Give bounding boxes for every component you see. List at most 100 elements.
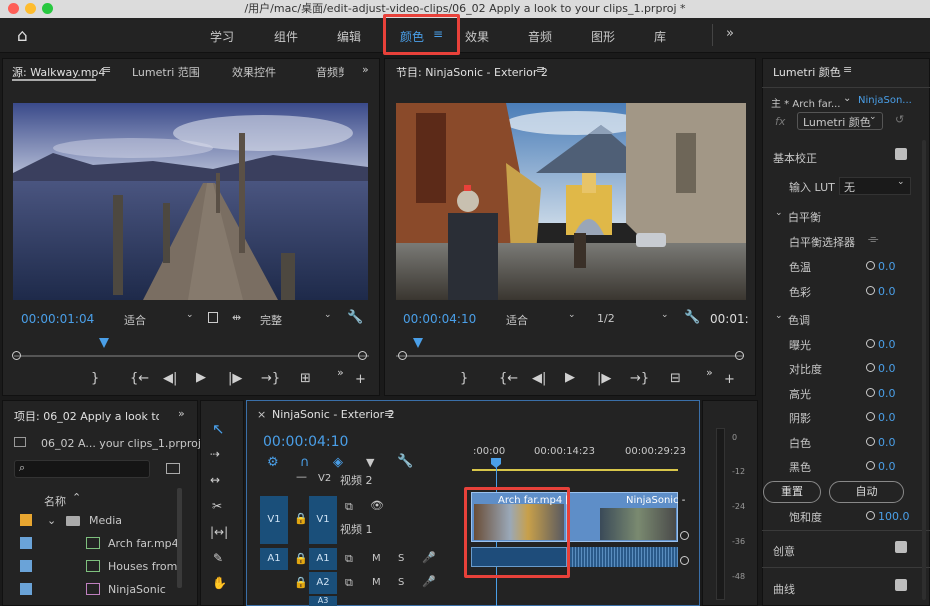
lumetri-menu-icon[interactable]: ≡ <box>843 63 852 76</box>
reset-effect-icon[interactable]: ↺ <box>895 113 904 126</box>
source-quality-select[interactable]: 完整 <box>260 312 282 328</box>
go-to-out-icon[interactable]: →} <box>261 371 280 386</box>
program-mark-out-icon[interactable]: } <box>460 371 468 386</box>
zoom-window-button[interactable] <box>42 3 53 14</box>
project-item-ninja[interactable]: NinjaSonic <box>108 583 166 596</box>
a2-solo[interactable]: S <box>398 577 404 588</box>
track-a1-target[interactable]: A1 <box>309 548 337 570</box>
step-forward-icon[interactable]: |▶ <box>228 371 242 386</box>
a1-mute[interactable]: M <box>372 553 381 564</box>
project-item-media[interactable]: Media <box>89 514 122 527</box>
program-fit-select[interactable]: 适合 <box>506 312 528 328</box>
tab-timeline[interactable]: NinjaSonic - Exterior 2 <box>272 408 395 421</box>
reset-button[interactable]: 重置 <box>763 481 821 503</box>
go-to-in-icon[interactable]: {← <box>130 371 149 386</box>
section-white-balance[interactable]: 白平衡 <box>788 209 821 225</box>
program-more-buttons-icon[interactable]: » <box>706 366 713 379</box>
section-creative[interactable]: 创意 <box>773 543 795 559</box>
wrench-icon[interactable]: 🔧 <box>347 310 363 325</box>
temp-knob[interactable] <box>866 261 875 270</box>
lumetri-scrollbar[interactable] <box>922 140 926 600</box>
section-tone[interactable]: 色调 <box>788 312 810 328</box>
insert-icon[interactable]: ⊞ <box>300 371 311 386</box>
tint-knob[interactable] <box>866 286 875 295</box>
snap-icon[interactable]: ∩ <box>300 455 310 470</box>
lift-icon[interactable]: ⊟ <box>670 371 681 386</box>
export-frame-icon[interactable] <box>208 312 218 323</box>
workspace-more-icon[interactable]: » <box>726 26 734 41</box>
whites-value[interactable]: 0.0 <box>878 436 896 449</box>
blacks-knob[interactable] <box>866 461 875 470</box>
v2-lock-icon[interactable]: — <box>296 470 307 483</box>
source-in-knob[interactable] <box>12 351 21 360</box>
saturation-knob[interactable] <box>866 511 875 520</box>
track-a2-target[interactable]: A2 <box>309 572 337 594</box>
workspace-effects[interactable]: 效果 <box>465 28 489 45</box>
track-v1-source[interactable]: V1 <box>260 496 288 544</box>
lumetri-master-clip[interactable]: 主 * Arch far... <box>771 95 840 110</box>
linked-selection-icon[interactable]: ◈ <box>333 455 343 470</box>
eyedropper-icon[interactable]: ⌯ <box>868 232 878 247</box>
section-basic-correction[interactable]: 基本校正 <box>773 150 817 166</box>
program-scrub-bar[interactable] <box>396 355 744 357</box>
track-select-tool-icon[interactable]: ⇢ <box>210 447 220 461</box>
blacks-value[interactable]: 0.0 <box>878 460 896 473</box>
sort-ascending-icon[interactable]: ⌃ <box>72 491 81 504</box>
saturation-value[interactable]: 100.0 <box>878 510 910 523</box>
step-back-icon[interactable]: ◀| <box>163 371 177 386</box>
timeline-settings-icon[interactable]: 🔧 <box>397 454 413 469</box>
tab-source[interactable]: 源: Walkway.mp4 <box>12 64 105 80</box>
program-timecode[interactable]: 00:00:04:10 <box>403 312 476 326</box>
workspace-learn[interactable]: 学习 <box>210 28 234 45</box>
source-timecode[interactable]: 00:00:01:04 <box>21 312 94 326</box>
project-item-arch[interactable]: Arch far.mp4 <box>108 537 179 550</box>
a2-lock-icon[interactable]: 🔒 <box>294 576 308 589</box>
source-menu-icon[interactable]: ≡ <box>102 63 111 76</box>
play-icon[interactable]: ▶ <box>196 370 206 385</box>
workspace-graphics[interactable]: 图形 <box>591 28 615 45</box>
a1-lock-icon[interactable]: 🔒 <box>294 552 308 565</box>
project-more-icon[interactable]: » <box>178 407 185 420</box>
timeline-scroll-knob[interactable] <box>680 531 689 540</box>
workspace-libraries[interactable]: 库 <box>654 28 666 45</box>
track-a1-source[interactable]: A1 <box>260 548 288 570</box>
temp-value[interactable]: 0.0 <box>878 260 896 273</box>
a1-mic-icon[interactable]: 🎤 <box>422 551 436 564</box>
v1-lock-icon[interactable]: 🔒 <box>294 512 308 525</box>
program-play-icon[interactable]: ▶ <box>565 370 575 385</box>
source-more-tabs-icon[interactable]: » <box>362 63 369 76</box>
pen-tool-icon[interactable]: ✎ <box>213 551 223 565</box>
slip-tool-icon[interactable]: |↔| <box>210 525 228 539</box>
wb-collapse-icon[interactable]: ⌄ <box>775 208 783 218</box>
creative-checkbox[interactable] <box>895 541 907 553</box>
timeline-menu-icon[interactable]: ≡ <box>384 407 393 420</box>
tab-program[interactable]: 节目: NinjaSonic - Exterior 2 <box>396 64 548 80</box>
razor-tool-icon[interactable]: ✂ <box>212 499 222 513</box>
program-quality-select[interactable]: 1/2 <box>597 312 615 325</box>
v1-eye-icon[interactable]: 👁 <box>370 499 384 512</box>
workspace-audio[interactable]: 音频 <box>528 28 552 45</box>
a1-sync-icon[interactable]: ⧉ <box>345 552 353 566</box>
section-curves[interactable]: 曲线 <box>773 581 795 597</box>
v1-sync-icon[interactable]: ⧉ <box>345 500 353 514</box>
folder-expand-icon[interactable]: ⌄ <box>47 514 56 527</box>
workspace-assembly[interactable]: 组件 <box>274 28 298 45</box>
nest-icon[interactable]: ⚙ <box>267 455 279 470</box>
contrast-knob[interactable] <box>866 363 875 372</box>
source-out-knob[interactable] <box>358 351 367 360</box>
source-scrub-bar[interactable] <box>14 355 369 357</box>
source-add-button-icon[interactable]: + <box>355 372 366 387</box>
add-marker-icon[interactable]: ▼ <box>366 456 374 469</box>
program-go-to-out-icon[interactable]: →} <box>630 371 649 386</box>
project-search-input[interactable] <box>14 460 150 478</box>
lumetri-target-clip[interactable]: NinjaSon... <box>858 95 912 106</box>
exposure-knob[interactable] <box>866 339 875 348</box>
mark-out-icon[interactable]: } <box>91 371 99 386</box>
ripple-edit-tool-icon[interactable]: ↔ <box>210 473 220 487</box>
timeline-scroll-knob-2[interactable] <box>680 556 689 565</box>
workspace-menu-icon[interactable]: ≡ <box>433 27 443 41</box>
curves-checkbox[interactable] <box>895 579 907 591</box>
a2-mute[interactable]: M <box>372 577 381 588</box>
workspace-color[interactable]: 颜色 <box>400 28 424 45</box>
minimize-window-button[interactable] <box>25 3 36 14</box>
